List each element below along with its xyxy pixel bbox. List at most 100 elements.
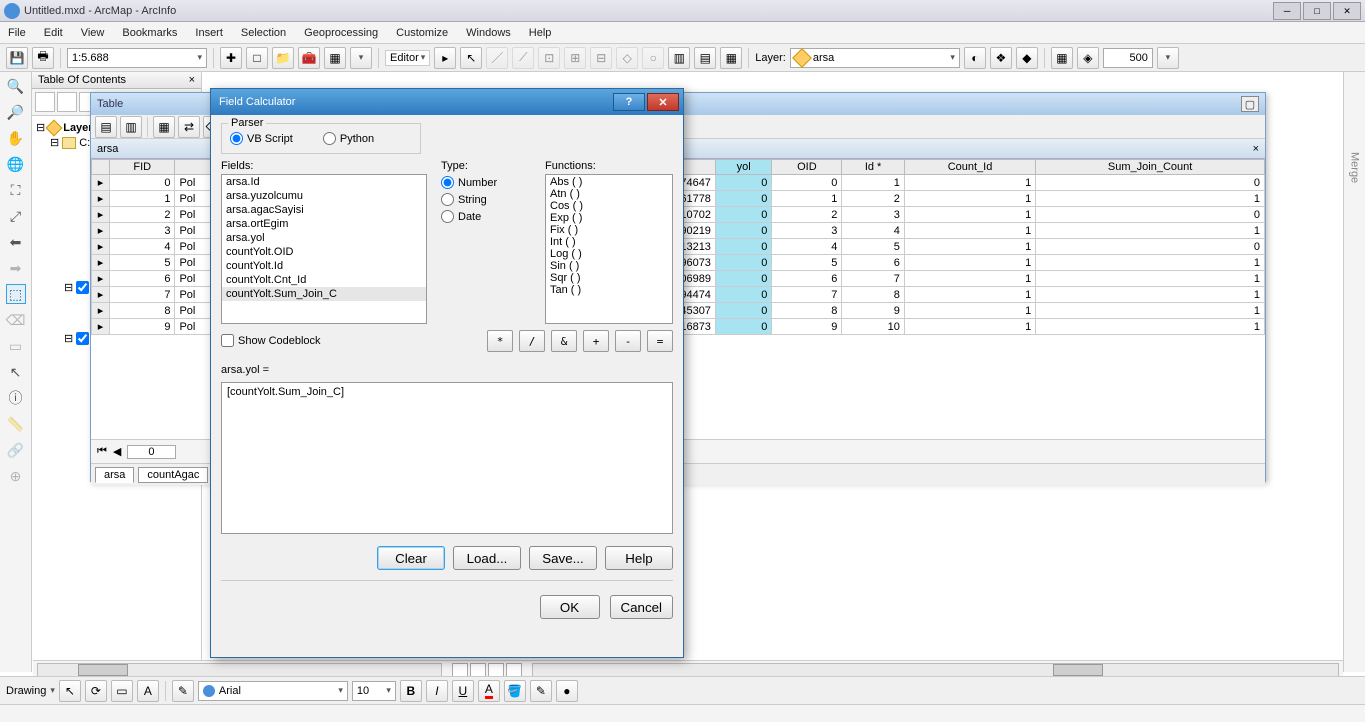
menu-bookmarks[interactable]: Bookmarks [122, 27, 177, 39]
font-select[interactable]: Arial▾ [198, 681, 348, 701]
rect-icon[interactable]: ▭ [111, 680, 133, 702]
table-switch-selection-icon[interactable]: ⇄ [178, 116, 200, 138]
font-color-icon[interactable]: A [478, 680, 500, 702]
pause-icon[interactable] [506, 663, 522, 677]
merge-panel-tab[interactable]: Merge [1343, 72, 1365, 672]
table-options-icon[interactable]: ▤ [95, 116, 117, 138]
fixed-zoom-icon[interactable]: ⤢ [6, 206, 26, 226]
field-item[interactable]: arsa.yuzolcumu [222, 189, 426, 203]
toc-close-icon[interactable]: × [189, 74, 195, 86]
data-view-icon[interactable] [452, 663, 468, 677]
clear-button[interactable]: Clear [377, 546, 445, 570]
back-icon[interactable]: ⬅ [6, 232, 26, 252]
function-item[interactable]: Atn ( ) [546, 188, 672, 200]
function-item[interactable]: Sqr ( ) [546, 272, 672, 284]
operator-button[interactable]: * [487, 330, 513, 352]
function-item[interactable]: Tan ( ) [546, 284, 672, 296]
pointer-icon[interactable]: ↖ [6, 362, 26, 382]
scale-select[interactable]: 1:5.688▾ [67, 48, 207, 68]
rotate-icon[interactable]: ⟳ [85, 680, 107, 702]
globe-icon[interactable]: 🌐 [6, 154, 26, 174]
menu-insert[interactable]: Insert [195, 27, 223, 39]
menu-customize[interactable]: Customize [396, 27, 448, 39]
type-date-radio[interactable]: Date [441, 210, 531, 223]
field-item[interactable]: countYolt.OID [222, 245, 426, 259]
functions-listbox[interactable]: Abs ( )Atn ( )Cos ( )Exp ( )Fix ( )Int (… [545, 174, 673, 324]
cancel-button[interactable]: Cancel [610, 595, 674, 619]
bold-icon[interactable]: B [400, 680, 422, 702]
nav-prev-icon[interactable]: ◀ [113, 445, 121, 458]
tool-icon[interactable]: ◆ [1016, 47, 1038, 69]
parser-vbscript-radio[interactable]: VB Script [230, 132, 293, 145]
edit-vertices-icon[interactable]: ✎ [172, 680, 194, 702]
select-elements-icon[interactable]: ▭ [6, 336, 26, 356]
menu-file[interactable]: File [8, 27, 26, 39]
column-header[interactable]: Sum_Join_Count [1036, 160, 1265, 175]
tool-icon[interactable]: ❖ [990, 47, 1012, 69]
field-item[interactable]: arsa.ortEgim [222, 217, 426, 231]
edit-tool-icon[interactable]: ▸ [434, 47, 456, 69]
identify-icon[interactable]: ⓘ [6, 388, 26, 408]
pan-icon[interactable]: ✋ [6, 128, 26, 148]
underline-icon[interactable]: U [452, 680, 474, 702]
fill-color-icon[interactable]: 🪣 [504, 680, 526, 702]
expression-input[interactable]: [countYolt.Sum_Join_C] [221, 382, 673, 534]
tool-icon[interactable]: ✚ [220, 47, 242, 69]
minimize-button[interactable]: — [1273, 2, 1301, 20]
operator-button[interactable]: & [551, 330, 577, 352]
font-size-select[interactable]: 10▾ [352, 681, 396, 701]
dialog-close-icon[interactable]: ✕ [647, 93, 679, 111]
menu-view[interactable]: View [81, 27, 105, 39]
text-icon[interactable]: A [137, 680, 159, 702]
layout-view-icon[interactable] [470, 663, 486, 677]
find-icon[interactable]: 🔗 [6, 440, 26, 460]
more-icon[interactable]: ▦ [720, 47, 742, 69]
zoom-in-icon[interactable]: 🔍 [6, 76, 26, 96]
type-number-radio[interactable]: Number [441, 176, 531, 189]
column-header[interactable]: OID [772, 160, 842, 175]
pointer-icon[interactable]: ↖ [59, 680, 81, 702]
operator-button[interactable]: / [519, 330, 545, 352]
table-related-icon[interactable]: ▥ [120, 116, 142, 138]
tool-icon-2[interactable]: □ [246, 47, 268, 69]
maximize-button[interactable]: ☐ [1303, 2, 1331, 20]
clear-selection-icon[interactable]: ⌫ [6, 310, 26, 330]
tool-icon[interactable]: ◈ [1077, 47, 1099, 69]
operator-button[interactable]: - [615, 330, 641, 352]
table-sub-close-icon[interactable]: × [1253, 143, 1259, 155]
column-header[interactable]: yol [715, 160, 771, 175]
save-icon[interactable]: 💾 [6, 47, 28, 69]
field-item[interactable]: arsa.Id [222, 175, 426, 189]
menu-edit[interactable]: Edit [44, 27, 63, 39]
operator-button[interactable]: + [583, 330, 609, 352]
layer-select[interactable]: arsa ▾ [790, 48, 960, 68]
refresh-icon[interactable] [488, 663, 504, 677]
column-header[interactable]: FID [110, 160, 175, 175]
select-features-icon[interactable]: ⬚ [6, 284, 26, 304]
nav-record-input[interactable]: 0 [127, 445, 175, 459]
field-item[interactable]: countYolt.Id [222, 259, 426, 273]
forward-icon[interactable]: ➡ [6, 258, 26, 278]
dialog-titlebar[interactable]: Field Calculator ? ✕ [211, 89, 683, 115]
full-extent-icon[interactable]: ⛶ [6, 180, 26, 200]
function-item[interactable]: Abs ( ) [546, 176, 672, 188]
nav-first-icon[interactable]: ⏮ [97, 445, 107, 458]
column-header[interactable]: Count_Id [904, 160, 1035, 175]
table-tab-countagac[interactable]: countAgac [138, 467, 208, 483]
function-item[interactable]: Fix ( ) [546, 224, 672, 236]
function-item[interactable]: Exp ( ) [546, 212, 672, 224]
help-button[interactable]: Help [605, 546, 673, 570]
zoom-out-icon[interactable]: 🔎 [6, 102, 26, 122]
function-item[interactable]: Int ( ) [546, 236, 672, 248]
chevron-down-icon[interactable]: ▾ [350, 47, 372, 69]
fields-listbox[interactable]: arsa.Idarsa.yuzolcumuarsa.agacSayisiarsa… [221, 174, 427, 324]
close-button[interactable]: ✕ [1333, 2, 1361, 20]
field-item[interactable]: countYolt.Sum_Join_C [222, 287, 426, 301]
field-item[interactable]: arsa.agacSayisi [222, 203, 426, 217]
table-select-by-attr-icon[interactable]: ▦ [153, 116, 175, 138]
save-button[interactable]: Save... [529, 546, 597, 570]
dialog-help-icon[interactable]: ? [613, 93, 645, 111]
horizontal-scrollbar-2[interactable] [532, 663, 1339, 677]
ok-button[interactable]: OK [540, 595, 600, 619]
horizontal-scrollbar[interactable] [37, 663, 442, 677]
